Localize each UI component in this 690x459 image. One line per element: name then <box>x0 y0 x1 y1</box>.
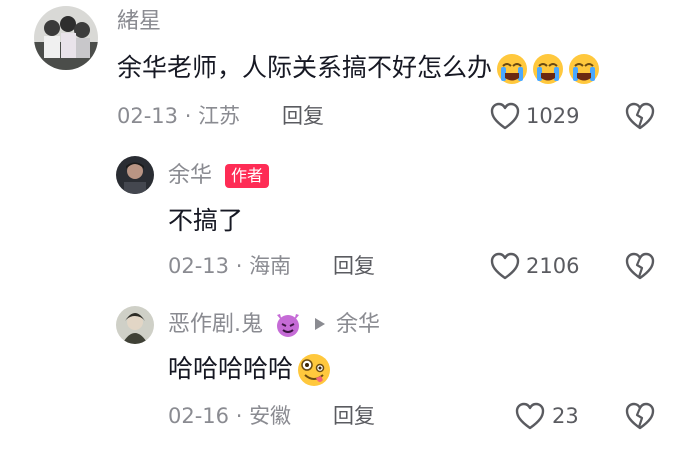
comment-location: 海南 <box>249 254 292 278</box>
comment-location: 江苏 <box>198 104 241 128</box>
like-icon[interactable] <box>489 101 521 131</box>
loudly-crying-face-icon <box>566 52 602 86</box>
meta-separator: · <box>229 254 250 278</box>
reply-button[interactable]: 回复 <box>333 251 375 281</box>
comment-meta: 02-13 · 海南 <box>168 251 291 281</box>
reply-arrow-icon <box>314 317 326 331</box>
like-icon[interactable] <box>514 401 546 431</box>
like-count: 2106 <box>526 254 580 278</box>
reply-button[interactable]: 回复 <box>333 401 375 431</box>
comment-text: 余华老师，人际关系搞不好怎么办 <box>117 50 602 86</box>
comment-author[interactable]: 緒星 <box>117 7 161 37</box>
comment-text: 不搞了 <box>168 206 244 235</box>
comment-meta: 02-16 · 安徽 <box>168 401 291 431</box>
comment-text-body: 哈哈哈哈哈 <box>168 354 294 383</box>
meta-separator: · <box>229 404 250 428</box>
comment-date: 02-13 <box>168 254 230 278</box>
meta-separator: · <box>178 104 199 128</box>
avatar[interactable] <box>116 306 154 344</box>
like-count: 23 <box>552 404 579 428</box>
comment-date: 02-13 <box>117 104 179 128</box>
avatar[interactable] <box>116 156 154 194</box>
dislike-icon[interactable] <box>624 251 656 281</box>
like-count: 1029 <box>526 104 580 128</box>
dislike-icon[interactable] <box>624 401 656 431</box>
comment-text: 哈哈哈哈哈 <box>168 351 333 388</box>
avatar[interactable] <box>34 6 98 70</box>
reply-button[interactable]: 回复 <box>282 101 324 131</box>
zany-face-icon <box>295 352 333 388</box>
comment-location: 安徽 <box>249 404 292 428</box>
loudly-crying-face-icon <box>494 52 530 86</box>
dislike-icon[interactable] <box>624 101 656 131</box>
comment-author[interactable]: 余华 <box>168 161 212 191</box>
comment-date: 02-16 <box>168 404 230 428</box>
comment-meta: 02-13 · 江苏 <box>117 101 240 131</box>
reply-to-name[interactable]: 余华 <box>336 310 380 340</box>
comment-author[interactable]: 恶作剧.鬼 <box>168 310 263 340</box>
like-icon[interactable] <box>489 251 521 281</box>
smiling-imp-face-icon <box>274 309 302 339</box>
loudly-crying-face-icon <box>530 52 566 86</box>
comment-author-name: 恶作剧.鬼 <box>168 312 263 337</box>
author-badge: 作者 <box>225 164 270 188</box>
comment-text-body: 余华老师，人际关系搞不好怎么办 <box>117 53 493 82</box>
